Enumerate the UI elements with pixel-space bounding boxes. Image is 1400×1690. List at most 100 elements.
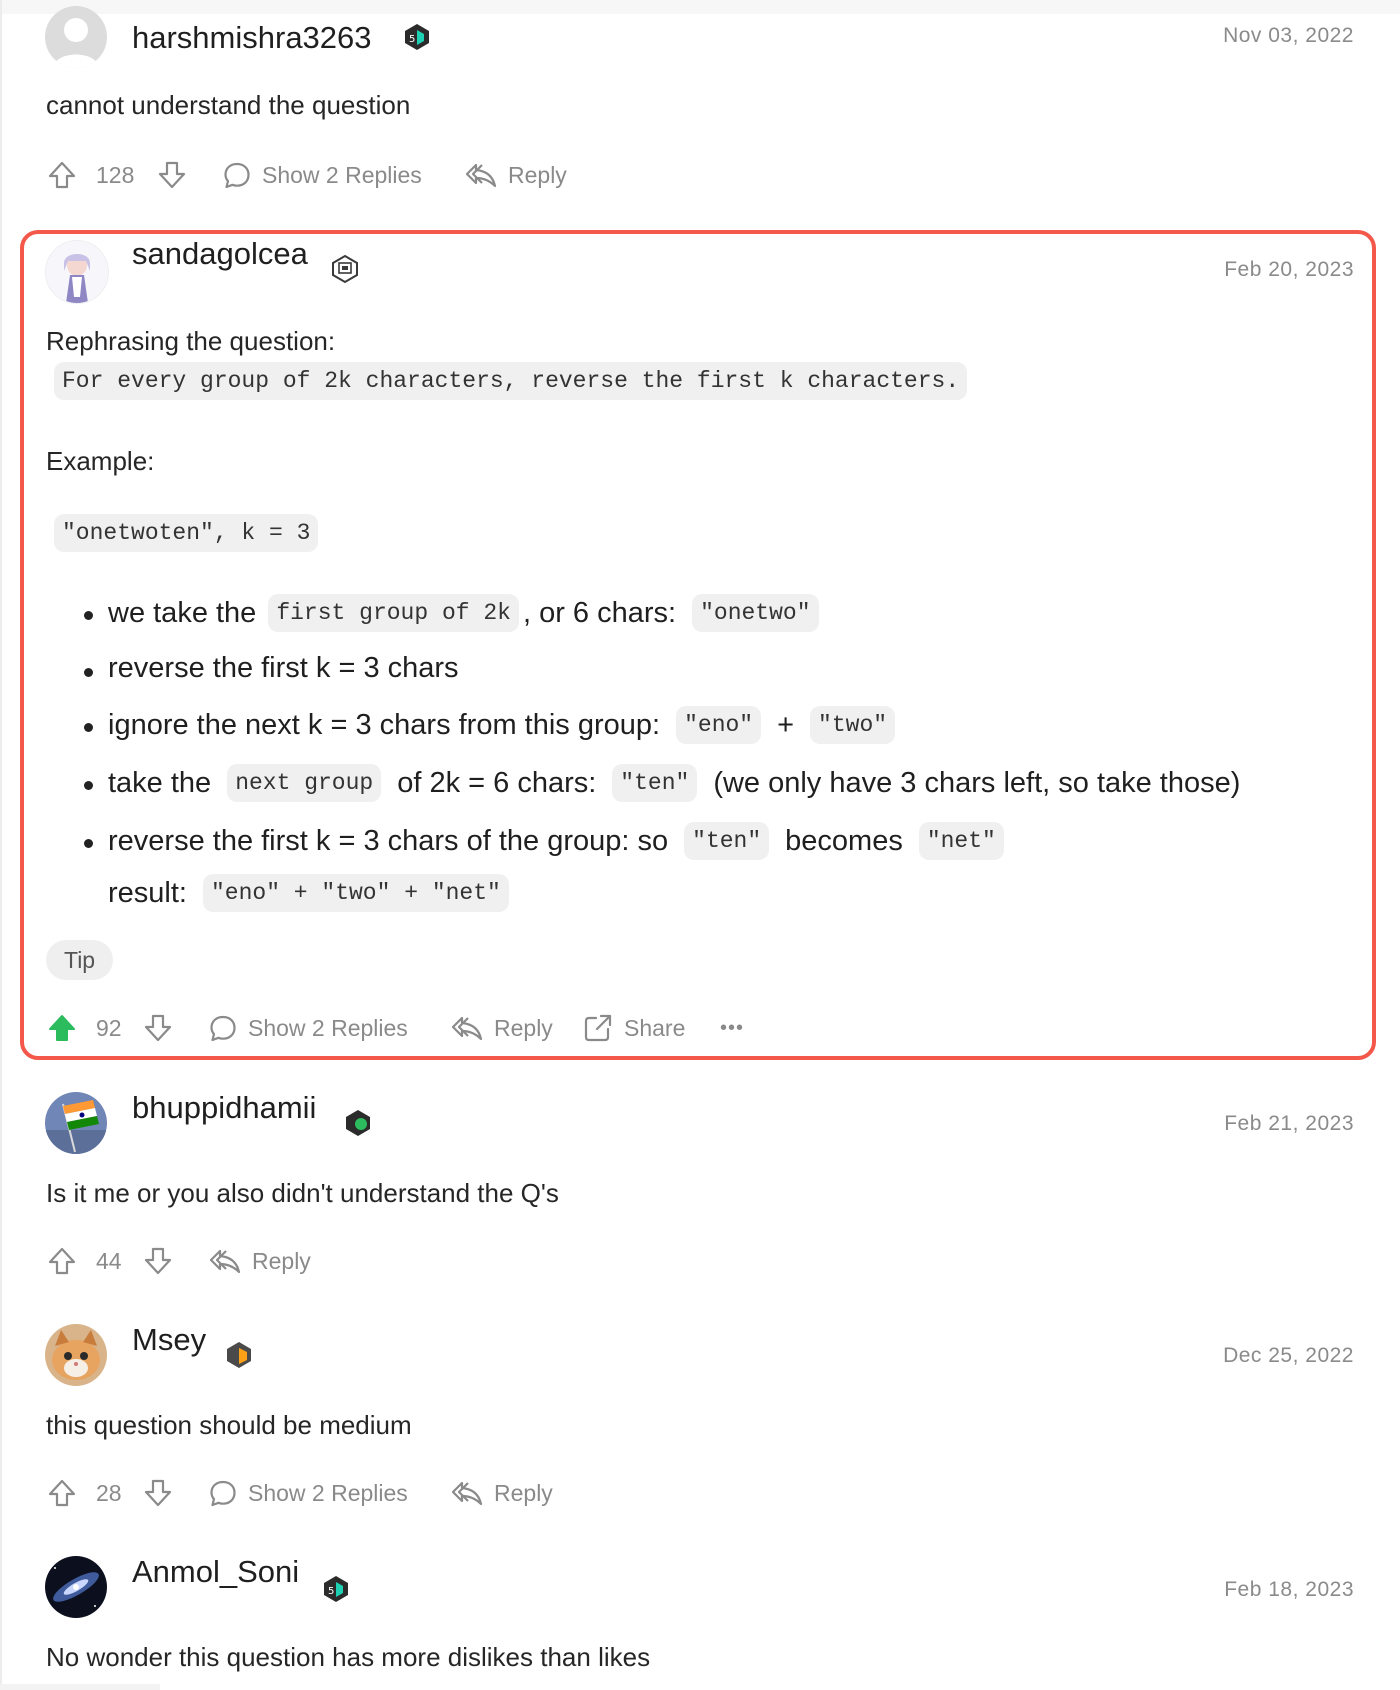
comment-text: No wonder this question has more dislike… — [46, 1642, 651, 1672]
comment-date: Nov 03, 2022 — [1223, 24, 1354, 47]
bullet-2-text: reverse the first k = 3 chars — [108, 652, 459, 684]
comment-text: Is it me or you also didn't understand t… — [46, 1178, 559, 1208]
level-badge-icon — [343, 1108, 373, 1138]
upvote-button[interactable] — [46, 1008, 78, 1048]
bullet-1-code-2: "onetwo" — [692, 594, 819, 632]
username[interactable]: harshmishra3263 — [132, 20, 372, 56]
rephrase-intro: Rephrasing the question: — [46, 326, 336, 356]
show-replies-label: Show 2 Replies — [262, 161, 422, 188]
comment-date: Dec 25, 2022 — [1223, 1344, 1354, 1367]
reply-button[interactable]: Reply — [450, 1008, 553, 1048]
username[interactable]: Anmol_Soni — [132, 1554, 299, 1590]
bullet-3: ignore the next k = 3 chars from this gr… — [108, 706, 907, 744]
comment-bubble-icon — [210, 1015, 236, 1042]
bullet-3-code-2: "two" — [810, 706, 896, 744]
arrow-down-icon — [158, 161, 186, 189]
result-line: result: "eno" + "two" + "net" — [108, 874, 521, 912]
share-label: Share — [624, 1014, 686, 1041]
bullet-3-plus: + — [777, 708, 795, 741]
bullet-4-text: take the — [108, 766, 212, 799]
bullet-4-code: next group — [227, 764, 382, 802]
level-badge-icon: 5 — [402, 22, 432, 52]
comment-text: this question should be medium — [46, 1410, 412, 1440]
reply-button[interactable]: Reply — [208, 1241, 311, 1281]
rephrase-code-line: For every group of 2k characters, revers… — [54, 362, 979, 400]
upvote-button[interactable] — [46, 1241, 78, 1281]
result-label: result: — [108, 876, 187, 909]
downvote-button[interactable] — [142, 1008, 174, 1048]
avatar[interactable] — [45, 1556, 107, 1618]
avatar[interactable] — [45, 1092, 107, 1154]
share-button[interactable]: Share — [582, 1008, 685, 1048]
reply-label: Reply — [494, 1479, 553, 1506]
avatar[interactable] — [45, 6, 107, 68]
tag-tip[interactable]: Tip — [46, 940, 114, 980]
downvote-button[interactable] — [142, 1473, 174, 1513]
bullet-dot — [84, 668, 93, 677]
rephrase-code: For every group of 2k characters, revers… — [54, 362, 968, 400]
top-strip — [0, 0, 1400, 14]
vote-count: 28 — [96, 1479, 122, 1506]
upvote-button[interactable] — [46, 1473, 78, 1513]
arrow-up-icon — [48, 161, 76, 189]
bullet-4: take the next group of 2k = 6 chars: "te… — [108, 764, 1252, 802]
reply-label: Reply — [252, 1247, 311, 1274]
reply-arrow-icon — [209, 1249, 241, 1274]
avatar[interactable] — [45, 240, 109, 304]
show-replies-button[interactable]: Show 2 Replies — [208, 1473, 408, 1513]
bullet-1-code: first group of 2k — [268, 594, 519, 632]
example-label: Example: — [46, 446, 155, 476]
bullet-4-text-c: (we only have 3 chars left, so take thos… — [713, 766, 1241, 799]
reply-arrow-icon — [451, 1481, 483, 1506]
level-badge-icon — [330, 254, 360, 284]
username[interactable]: bhuppidhamii — [132, 1090, 316, 1126]
reply-arrow-icon — [451, 1016, 483, 1041]
share-icon — [584, 1014, 612, 1042]
bullet-4-text-b: of 2k = 6 chars: — [397, 766, 597, 799]
vote-count: 128 — [96, 161, 135, 188]
svg-text:5: 5 — [409, 34, 415, 45]
downvote-button[interactable] — [142, 1241, 174, 1281]
username[interactable]: Msey — [132, 1322, 206, 1358]
show-replies-button[interactable]: Show 2 Replies — [208, 1008, 408, 1048]
upvote-button[interactable] — [46, 155, 78, 195]
example-code-line: "onetwoten", k = 3 — [54, 514, 330, 552]
arrow-down-icon — [144, 1479, 172, 1507]
arrow-up-icon — [48, 1479, 76, 1507]
comment-date: Feb 18, 2023 — [1224, 1578, 1354, 1601]
bullet-2: reverse the first k = 3 chars — [108, 652, 471, 685]
bullet-1: we take the first group of 2k , or 6 cha… — [108, 594, 831, 632]
reply-button[interactable]: Reply — [450, 1473, 553, 1513]
level-badge-icon: 5 — [321, 1574, 351, 1604]
comment-text: cannot understand the question — [46, 90, 411, 120]
bullet-5: reverse the first k = 3 chars of the gro… — [108, 822, 1016, 860]
level-badge-icon — [224, 1340, 254, 1370]
more-options-button[interactable]: ••• — [720, 1008, 744, 1048]
arrow-down-icon — [144, 1247, 172, 1275]
bullet-3-code-1: "eno" — [676, 706, 762, 744]
bullet-dot — [84, 611, 93, 620]
bullet-dot — [84, 781, 93, 790]
show-replies-button[interactable]: Show 2 Replies — [222, 155, 422, 195]
reply-arrow-icon — [465, 163, 497, 188]
downvote-button[interactable] — [156, 155, 188, 195]
example-code: "onetwoten", k = 3 — [54, 514, 319, 552]
bullet-5-code-1: "ten" — [684, 822, 770, 860]
bullet-5-text-b: becomes — [785, 824, 903, 857]
result-code: "eno" + "two" + "net" — [202, 874, 509, 912]
more-dots-icon: ••• — [720, 1016, 745, 1039]
bullet-dot — [84, 723, 93, 732]
bullet-1-text: we take the — [108, 596, 257, 629]
vote-count: 44 — [96, 1247, 122, 1274]
username[interactable]: sandagolcea — [132, 236, 308, 272]
svg-text:5: 5 — [328, 1586, 334, 1597]
arrow-up-icon — [49, 1015, 75, 1041]
left-border — [0, 0, 2, 1690]
comment-bubble-icon — [210, 1480, 236, 1507]
show-replies-label: Show 2 Replies — [248, 1479, 408, 1506]
show-replies-label: Show 2 Replies — [248, 1014, 408, 1041]
avatar[interactable] — [45, 1324, 107, 1386]
arrow-up-icon — [48, 1247, 76, 1275]
comment-date: Feb 20, 2023 — [1224, 258, 1354, 281]
reply-button[interactable]: Reply — [464, 155, 567, 195]
